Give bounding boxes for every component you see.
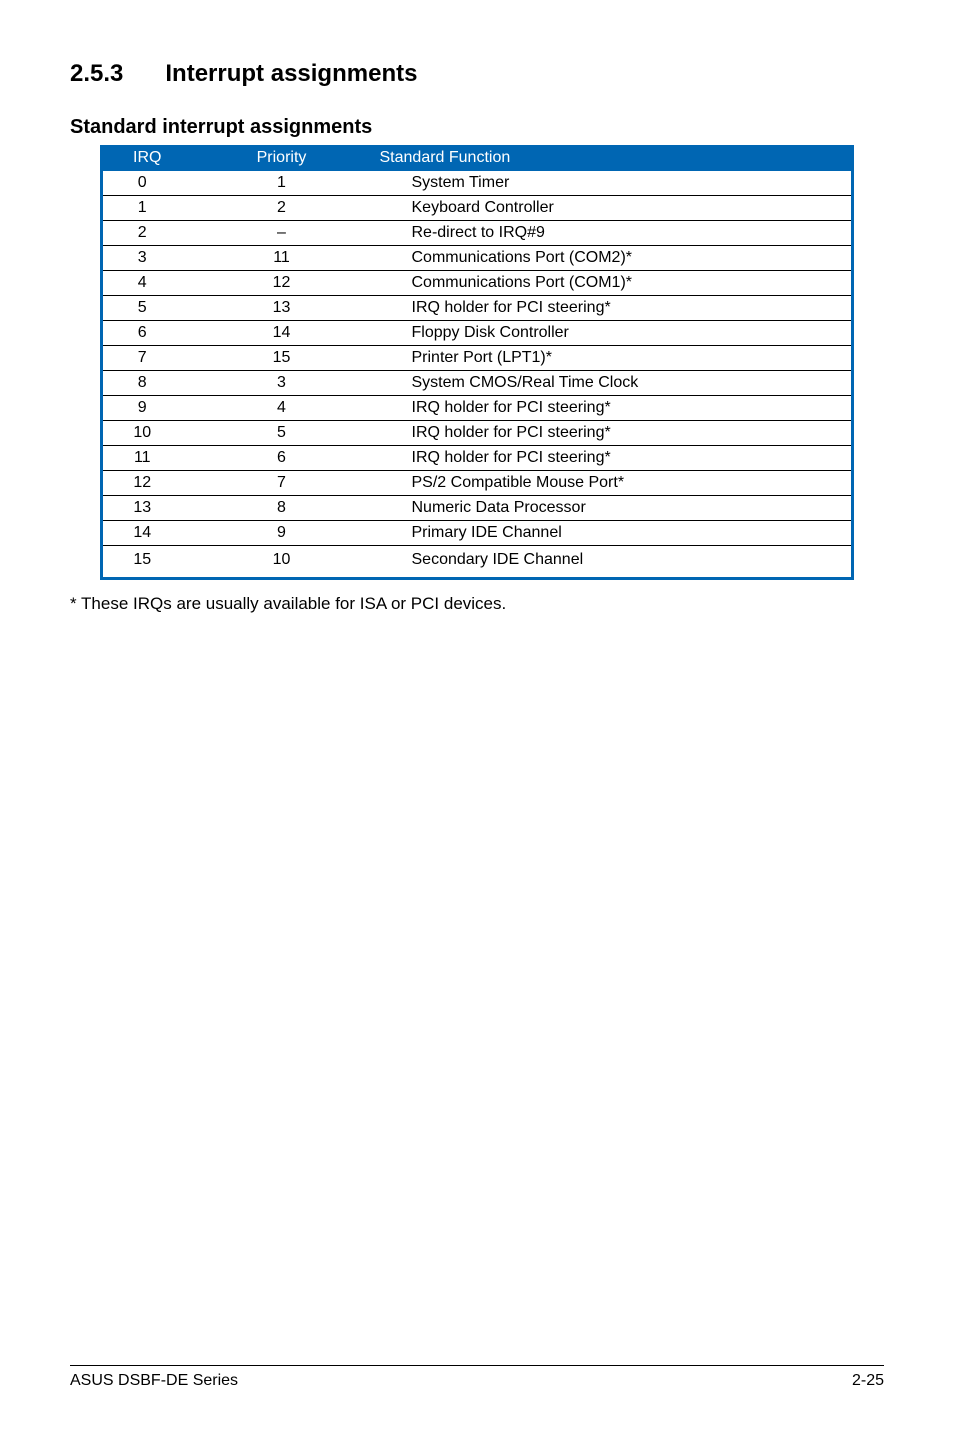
cell-irq: 14 — [102, 521, 192, 546]
cell-priority: 2 — [192, 196, 372, 221]
cell-function: Printer Port (LPT1)* — [372, 346, 853, 371]
cell-irq: 12 — [102, 471, 192, 496]
cell-priority: 15 — [192, 346, 372, 371]
table-row: 15 10 Secondary IDE Channel — [102, 546, 853, 579]
table-row: 14 9 Primary IDE Channel — [102, 521, 853, 546]
table-row: 8 3 System CMOS/Real Time Clock — [102, 371, 853, 396]
table-row: 7 15 Printer Port (LPT1)* — [102, 346, 853, 371]
cell-irq: 15 — [102, 546, 192, 579]
table-body: 0 1 System Timer 1 2 Keyboard Controller… — [102, 171, 853, 579]
table-header-row: IRQ Priority Standard Function — [102, 145, 853, 171]
section-title: Interrupt assignments — [165, 60, 417, 87]
table-row: 4 12 Communications Port (COM1)* — [102, 271, 853, 296]
interrupt-table: IRQ Priority Standard Function 0 1 Syste… — [100, 145, 854, 580]
cell-irq: 2 — [102, 221, 192, 246]
cell-priority: 5 — [192, 421, 372, 446]
page-footer: ASUS DSBF-DE Series 2-25 — [70, 1365, 884, 1390]
cell-irq: 11 — [102, 446, 192, 471]
cell-priority: 4 — [192, 396, 372, 421]
cell-priority: 6 — [192, 446, 372, 471]
table-row: 3 11 Communications Port (COM2)* — [102, 246, 853, 271]
cell-priority: – — [192, 221, 372, 246]
footnote: * These IRQs are usually available for I… — [70, 594, 884, 614]
section-number: 2.5.3 — [70, 60, 123, 88]
cell-irq: 10 — [102, 421, 192, 446]
cell-function: Re-direct to IRQ#9 — [372, 221, 853, 246]
section-heading: 2.5.3 Interrupt assignments — [70, 60, 884, 88]
cell-function: Primary IDE Channel — [372, 521, 853, 546]
cell-priority: 11 — [192, 246, 372, 271]
table-row: 12 7 PS/2 Compatible Mouse Port* — [102, 471, 853, 496]
table-row: 0 1 System Timer — [102, 171, 853, 196]
cell-irq: 7 — [102, 346, 192, 371]
cell-function: IRQ holder for PCI steering* — [372, 296, 853, 321]
table-row: 10 5 IRQ holder for PCI steering* — [102, 421, 853, 446]
cell-function: Secondary IDE Channel — [372, 546, 853, 579]
cell-irq: 1 — [102, 196, 192, 221]
cell-irq: 3 — [102, 246, 192, 271]
footer-right: 2-25 — [852, 1372, 884, 1390]
table-row: 9 4 IRQ holder for PCI steering* — [102, 396, 853, 421]
cell-irq: 6 — [102, 321, 192, 346]
table-row: 13 8 Numeric Data Processor — [102, 496, 853, 521]
cell-irq: 5 — [102, 296, 192, 321]
cell-function: IRQ holder for PCI steering* — [372, 396, 853, 421]
cell-irq: 4 — [102, 271, 192, 296]
table-row: 2 – Re-direct to IRQ#9 — [102, 221, 853, 246]
cell-irq: 0 — [102, 171, 192, 196]
cell-function: Numeric Data Processor — [372, 496, 853, 521]
interrupt-table-wrapper: IRQ Priority Standard Function 0 1 Syste… — [70, 145, 884, 580]
cell-function: Keyboard Controller — [372, 196, 853, 221]
cell-function: System Timer — [372, 171, 853, 196]
cell-function: IRQ holder for PCI steering* — [372, 446, 853, 471]
cell-priority: 13 — [192, 296, 372, 321]
cell-priority: 3 — [192, 371, 372, 396]
header-priority: Priority — [192, 145, 372, 171]
table-row: 6 14 Floppy Disk Controller — [102, 321, 853, 346]
header-irq: IRQ — [102, 145, 192, 171]
table-row: 1 2 Keyboard Controller — [102, 196, 853, 221]
cell-function: Communications Port (COM2)* — [372, 246, 853, 271]
table-row: 5 13 IRQ holder for PCI steering* — [102, 296, 853, 321]
cell-priority: 7 — [192, 471, 372, 496]
cell-function: Communications Port (COM1)* — [372, 271, 853, 296]
cell-function: System CMOS/Real Time Clock — [372, 371, 853, 396]
cell-function: PS/2 Compatible Mouse Port* — [372, 471, 853, 496]
cell-function: IRQ holder for PCI steering* — [372, 421, 853, 446]
cell-priority: 12 — [192, 271, 372, 296]
table-row: 11 6 IRQ holder for PCI steering* — [102, 446, 853, 471]
footer-left: ASUS DSBF-DE Series — [70, 1372, 238, 1390]
cell-irq: 13 — [102, 496, 192, 521]
cell-irq: 9 — [102, 396, 192, 421]
header-function: Standard Function — [372, 145, 853, 171]
sub-heading: Standard interrupt assignments — [70, 116, 884, 139]
cell-priority: 9 — [192, 521, 372, 546]
cell-priority: 1 — [192, 171, 372, 196]
cell-function: Floppy Disk Controller — [372, 321, 853, 346]
cell-irq: 8 — [102, 371, 192, 396]
cell-priority: 8 — [192, 496, 372, 521]
cell-priority: 10 — [192, 546, 372, 579]
cell-priority: 14 — [192, 321, 372, 346]
